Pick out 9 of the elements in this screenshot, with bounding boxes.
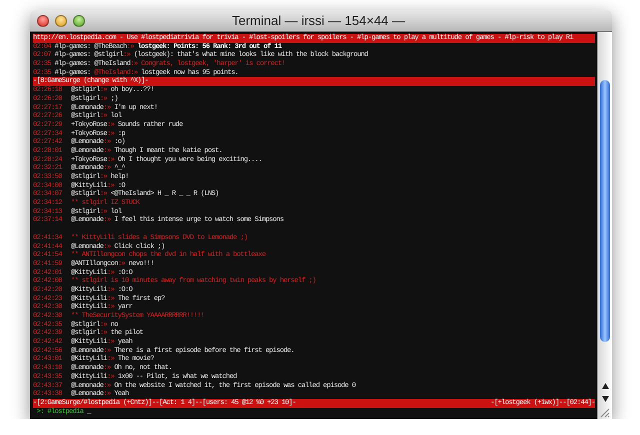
window-title: Terminal — irssi — 154×44 — (230, 13, 406, 28)
zoom-button[interactable] (73, 14, 85, 26)
minimize-button[interactable] (55, 14, 67, 26)
close-button[interactable] (37, 14, 49, 26)
scrollbar[interactable] (597, 32, 612, 420)
scrollbar-thumb[interactable] (600, 80, 610, 342)
scroll-up-icon[interactable] (602, 382, 608, 389)
resize-grip-icon[interactable] (598, 406, 610, 418)
scroll-down-icon[interactable] (602, 396, 608, 402)
